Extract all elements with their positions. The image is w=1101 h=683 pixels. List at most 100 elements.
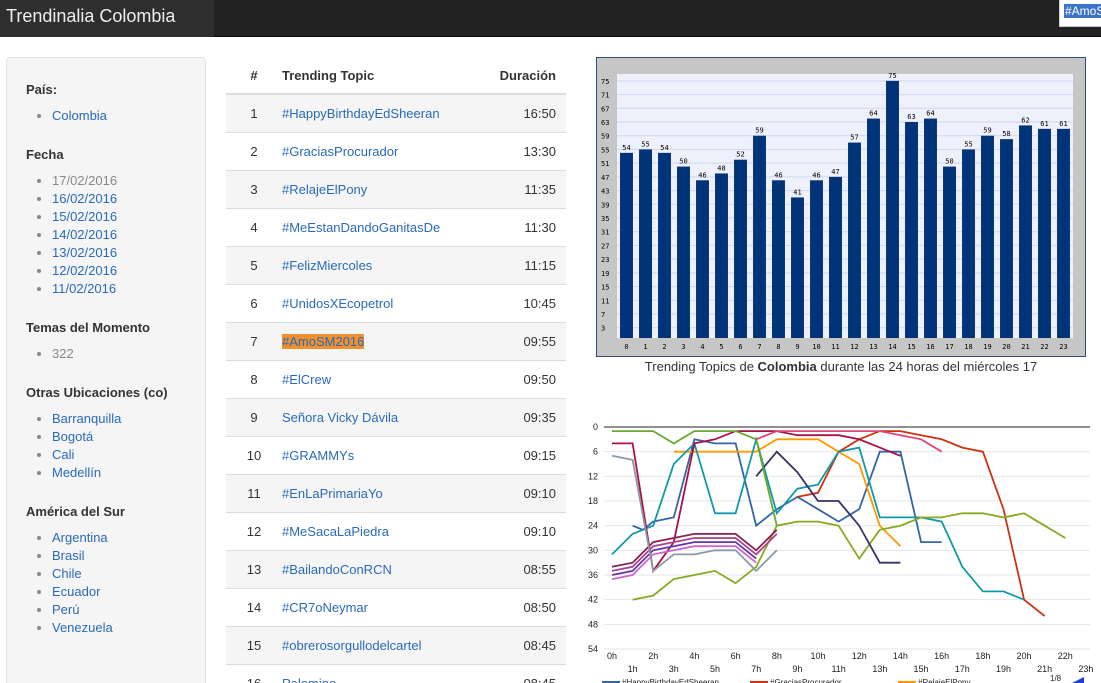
sidebar-link[interactable]: Ecuador <box>52 584 100 599</box>
topic-link[interactable]: #GraciasProcurador <box>282 144 398 159</box>
sidebar-item-peru[interactable]: Perú <box>52 601 191 619</box>
sidebar-link[interactable]: 11/02/2016 <box>52 281 116 296</box>
sidebar-link[interactable]: 16/02/2016 <box>52 191 117 206</box>
sidebar-item-12-02-2016[interactable]: 12/02/2016 <box>52 262 191 280</box>
sidebar-link[interactable]: Chile <box>52 566 82 581</box>
pager-next-icon[interactable] <box>1072 677 1084 683</box>
sidebar-item-14-02-2016[interactable]: 14/02/2016 <box>52 226 191 244</box>
sidebar-link[interactable]: Brasil <box>52 548 85 563</box>
sidebar-link[interactable]: Barranquilla <box>52 411 121 426</box>
bar-y-tick: 55 <box>601 146 609 154</box>
topic-link[interactable]: #MeSacaLaPiedra <box>282 524 389 539</box>
bar-x-tick: 4 <box>700 343 704 351</box>
sidebar-item-colombia[interactable]: Colombia <box>52 107 191 125</box>
topic-link[interactable]: #RelajeElPony <box>282 182 367 197</box>
sidebar-link[interactable]: Perú <box>52 602 79 617</box>
line-x-tick: 21h <box>1037 664 1052 674</box>
topic-link[interactable]: #HappyBirthdayEdSheeran <box>282 106 440 121</box>
sidebar-item-argentina[interactable]: Argentina <box>52 529 191 547</box>
bar-1 <box>639 149 652 338</box>
sidebar-link[interactable]: 12/02/2016 <box>52 263 117 278</box>
row-rank: 1 <box>226 93 282 132</box>
sidebar-item-brasil[interactable]: Brasil <box>52 547 191 565</box>
row-topic-cell: #GRAMMYs <box>282 435 486 474</box>
topic-link[interactable]: #AmoSM2016 <box>282 333 365 349</box>
bar-x-tick: 13 <box>869 343 877 351</box>
sidebar-link[interactable]: Cali <box>52 447 74 462</box>
sidebar-section-title: Otras Ubicaciones (co) <box>26 385 168 400</box>
sidebar-link[interactable]: 15/02/2016 <box>52 209 117 224</box>
bar-21 <box>1019 125 1032 338</box>
sidebar-link[interactable]: Colombia <box>52 108 107 123</box>
search-input[interactable]: #AmoSM2016 <box>1059 0 1101 27</box>
topic-link[interactable]: #obrerosorgullodelcartel <box>282 638 421 653</box>
bar-y-tick: 59 <box>601 133 609 141</box>
row-duration: 08:55 <box>486 549 566 588</box>
sidebar-item-322: 322 <box>52 345 191 363</box>
legend-label[interactable]: #HappyBirthdayEdSheeran <box>622 678 719 683</box>
row-topic-cell: #HappyBirthdayEdSheeran <box>282 93 486 132</box>
topic-link[interactable]: #ElCrew <box>282 372 331 387</box>
topic-link[interactable]: Señora Vicky Dávila <box>282 410 398 425</box>
bar-y-tick: 67 <box>601 105 609 113</box>
row-duration: 08:45 <box>486 663 566 683</box>
topic-link[interactable]: #GRAMMYs <box>282 448 354 463</box>
bar-value-label: 48 <box>717 164 725 172</box>
sidebar-item-venezuela[interactable]: Venezuela <box>52 619 191 637</box>
sidebar-section-temas-del-momento: Temas del Momento 322 <box>26 320 191 363</box>
topic-link[interactable]: Palomino <box>282 676 336 683</box>
topic-link[interactable]: #FelizMiercoles <box>282 258 372 273</box>
table-header-row: # Trending Topic Duración <box>226 57 566 95</box>
table-row: 12 #MeSacaLaPiedra 09:10 <box>226 511 566 550</box>
sidebar-link[interactable]: 13/02/2016 <box>52 245 117 260</box>
table-row: 15 #obrerosorgullodelcartel 08:45 <box>226 625 566 664</box>
bar-y-tick: 71 <box>601 92 609 100</box>
bar-x-tick: 2 <box>662 343 666 351</box>
sidebar-item-16-02-2016[interactable]: 16/02/2016 <box>52 190 191 208</box>
sidebar-item-chile[interactable]: Chile <box>52 565 191 583</box>
row-rank: 4 <box>226 207 282 246</box>
bar-value-label: 64 <box>869 110 877 118</box>
sidebar-item-11-02-2016[interactable]: 11/02/2016 <box>52 280 191 298</box>
sidebar-link[interactable]: Venezuela <box>52 620 113 635</box>
topic-link[interactable]: #EnLaPrimariaYo <box>282 486 383 501</box>
line-y-tick: 24 <box>588 521 598 531</box>
legend-label[interactable]: #RelajeElPony <box>918 678 970 683</box>
sidebar-item-ecuador[interactable]: Ecuador <box>52 583 191 601</box>
topic-link[interactable]: #MeEstanDandoGanitasDe <box>282 220 440 235</box>
table-row: 13 #BailandoConRCN 08:55 <box>226 549 566 588</box>
topic-link[interactable]: #UnidosXEcopetrol <box>282 296 393 311</box>
sidebar-item-bogota[interactable]: Bogotá <box>52 428 191 446</box>
bar-x-tick: 12 <box>850 343 858 351</box>
row-topic-cell: #EnLaPrimariaYo <box>282 473 486 512</box>
sidebar-link[interactable]: Argentina <box>52 530 108 545</box>
sidebar-item-barranquilla[interactable]: Barranquilla <box>52 410 191 428</box>
topic-link[interactable]: #BailandoConRCN <box>282 562 392 577</box>
bar-3 <box>677 166 690 338</box>
table-row: 8 #ElCrew 09:50 <box>226 359 566 398</box>
bar-value-label: 63 <box>907 113 915 121</box>
bar-x-tick: 21 <box>1021 343 1029 351</box>
sidebar-item-medellin[interactable]: Medellín <box>52 464 191 482</box>
line-x-tick: 0h <box>607 651 617 661</box>
sidebar: País: Colombia Fecha 17/02/2016 16/02/2016 15… <box>6 57 206 683</box>
bar-2 <box>658 152 671 338</box>
line-y-tick: 48 <box>588 619 598 629</box>
sidebar-item-13-02-2016[interactable]: 13/02/2016 <box>52 244 191 262</box>
header-duration: Duración <box>486 57 566 95</box>
sidebar-link[interactable]: Medellín <box>52 465 101 480</box>
topic-link[interactable]: #CR7oNeymar <box>282 600 368 615</box>
sidebar-link[interactable]: Bogotá <box>52 429 93 444</box>
row-topic-cell: Palomino <box>282 663 486 683</box>
trending-table: # Trending Topic Duración 1 #HappyBirthda… <box>226 57 566 683</box>
sidebar-link[interactable]: 14/02/2016 <box>52 227 117 242</box>
row-topic-cell: #ElCrew <box>282 359 486 398</box>
row-rank: 8 <box>226 359 282 398</box>
line-y-tick: 6 <box>593 447 598 457</box>
sidebar-list: Argentina Brasil Chile Ecuador Perú Venezuela <box>26 529 191 637</box>
site-brand[interactable]: Trendinalia Colombia <box>0 0 214 37</box>
legend-label[interactable]: #GraciasProcurador <box>770 678 842 683</box>
sidebar-item-cali[interactable]: Cali <box>52 446 191 464</box>
bar-value-label: 55 <box>964 140 972 148</box>
sidebar-item-15-02-2016[interactable]: 15/02/2016 <box>52 208 191 226</box>
